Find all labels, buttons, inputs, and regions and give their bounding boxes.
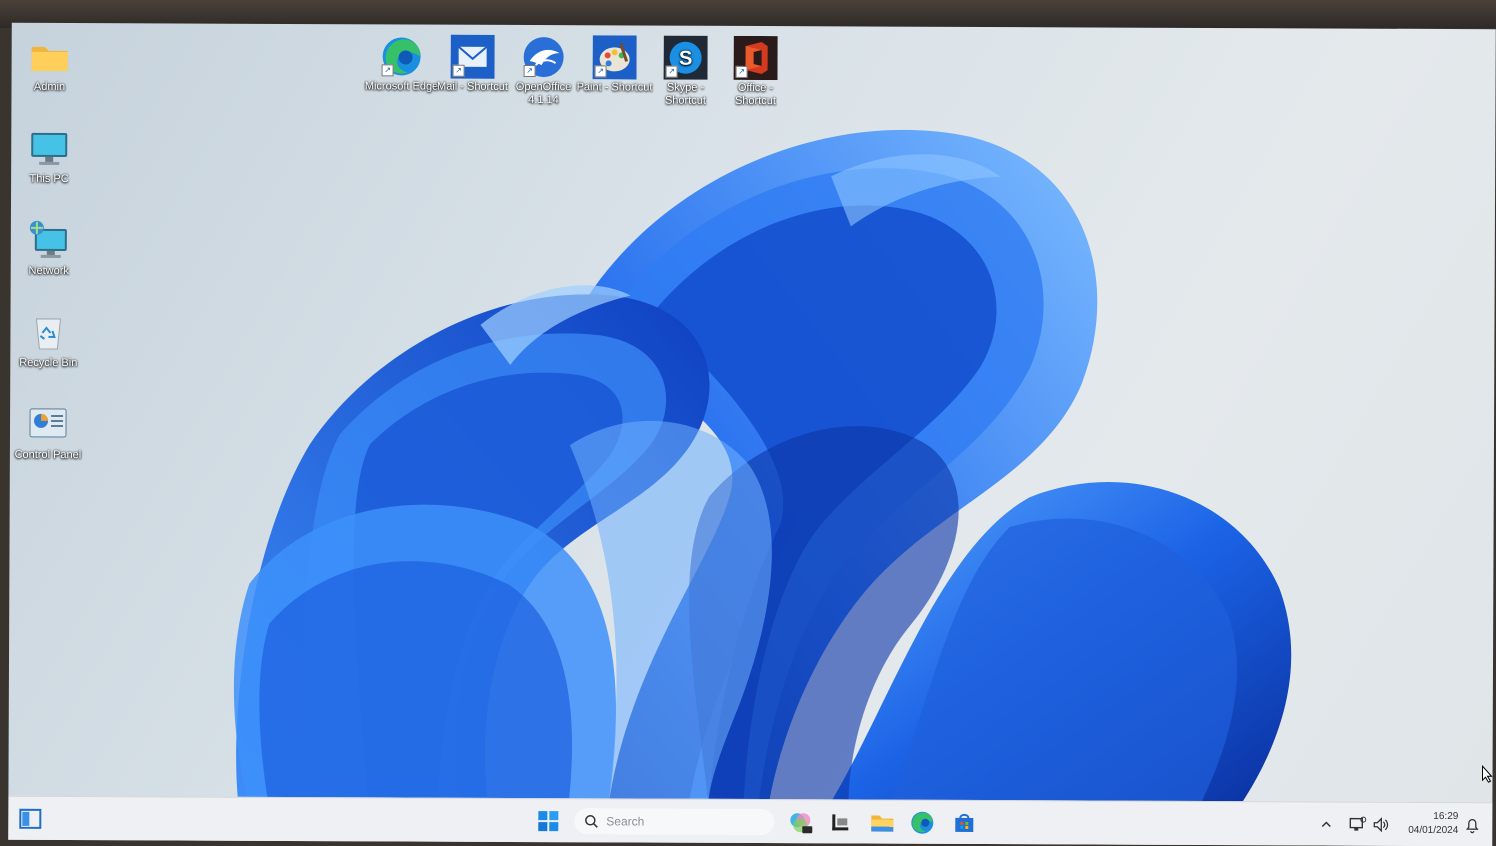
desktop-icon-admin[interactable]: Admin bbox=[11, 35, 87, 94]
desktop-icon-label: Microsoft Edge bbox=[364, 80, 439, 93]
monitor-icon bbox=[27, 127, 71, 171]
widgets-icon[interactable] bbox=[16, 805, 44, 833]
folder-icon bbox=[28, 35, 72, 79]
edge-icon: ↗ bbox=[380, 34, 424, 78]
network-icon bbox=[27, 219, 71, 263]
desktop-icon-paint-shortcut[interactable]: ↗ Paint - Shortcut bbox=[576, 35, 652, 94]
recycle-bin-icon bbox=[26, 311, 70, 355]
start-icon[interactable] bbox=[534, 807, 562, 835]
desktop-icon-label: Network bbox=[28, 264, 69, 278]
shortcut-arrow-icon: ↗ bbox=[381, 64, 394, 77]
desktop-icon-skype-shortcut[interactable]: S ↗ Skype - Shortcut bbox=[647, 35, 723, 108]
clock-time[interactable]: 16:29 bbox=[1398, 811, 1458, 822]
mail-icon: ↗ bbox=[450, 34, 495, 79]
svg-text:S: S bbox=[679, 48, 692, 70]
shortcut-arrow-icon: ↗ bbox=[594, 65, 607, 78]
search-icon bbox=[585, 815, 598, 828]
shortcut-arrow-icon: ↗ bbox=[523, 64, 536, 78]
desktop-icon-label: Recycle Bin bbox=[19, 356, 78, 370]
desktop-icon-network[interactable]: Network bbox=[11, 219, 87, 278]
taskbar-search[interactable]: Search bbox=[574, 808, 775, 836]
desktop[interactable]: Admin This PC Network Recycle Bin Contro… bbox=[8, 22, 1496, 846]
taskbar: Search 16:29 04/01/2024 bbox=[8, 795, 1493, 846]
desktop-icon-this-pc[interactable]: This PC bbox=[11, 127, 87, 186]
shortcut-arrow-icon: ↗ bbox=[735, 65, 748, 78]
clock-date[interactable]: 04/01/2024 bbox=[1398, 825, 1458, 836]
control-panel-icon bbox=[26, 403, 70, 447]
desktop-icon-mail-shortcut[interactable]: ↗ Mail - Shortcut bbox=[434, 34, 510, 94]
desktop-icon-recycle-bin[interactable]: Recycle Bin bbox=[10, 311, 86, 370]
wallpaper-bloom bbox=[233, 129, 1292, 809]
desktop-icon-label: Paint - Shortcut bbox=[576, 81, 653, 94]
network-status-icon[interactable] bbox=[1348, 816, 1367, 834]
desktop-icon-openoffice[interactable]: ↗ OpenOffice 4.1.14 bbox=[505, 35, 581, 107]
desktop-icon-label: OpenOffice 4.1.14 bbox=[515, 80, 572, 107]
file-explorer-icon[interactable] bbox=[868, 809, 896, 837]
desktop-icon-office-shortcut[interactable]: ↗ Office - Shortcut bbox=[717, 35, 793, 108]
chevron-up-icon[interactable] bbox=[1320, 818, 1332, 830]
desktop-icon-control-panel[interactable]: Control Panel bbox=[10, 403, 86, 462]
shortcut-arrow-icon: ↗ bbox=[665, 65, 678, 78]
desktop-icon-label: Skype - Shortcut bbox=[664, 81, 706, 107]
store-icon[interactable] bbox=[950, 809, 978, 837]
desktop-icon-label: This PC bbox=[29, 172, 69, 186]
edge-taskbar-icon[interactable] bbox=[908, 809, 936, 837]
openoffice-icon: ↗ bbox=[522, 35, 566, 79]
paint-icon: ↗ bbox=[592, 35, 637, 80]
office-icon: ↗ bbox=[733, 35, 778, 81]
task-view-icon[interactable] bbox=[826, 808, 854, 836]
desktop-icon-label: Office - Shortcut bbox=[734, 81, 776, 108]
notification-bell-icon[interactable] bbox=[1464, 816, 1480, 834]
desktop-icon-label: Mail - Shortcut bbox=[437, 80, 508, 93]
skype-icon: S ↗ bbox=[663, 35, 708, 80]
search-placeholder: Search bbox=[606, 814, 645, 829]
mouse-cursor-icon bbox=[1481, 765, 1493, 783]
desktop-icon-microsoft-edge[interactable]: ↗ Microsoft Edge bbox=[363, 34, 439, 93]
desktop-icon-label: Control Panel bbox=[14, 448, 82, 462]
shortcut-arrow-icon: ↗ bbox=[452, 64, 465, 77]
copilot-icon[interactable] bbox=[786, 808, 814, 836]
desktop-icon-label: Admin bbox=[33, 80, 66, 93]
volume-icon[interactable] bbox=[1372, 816, 1390, 834]
